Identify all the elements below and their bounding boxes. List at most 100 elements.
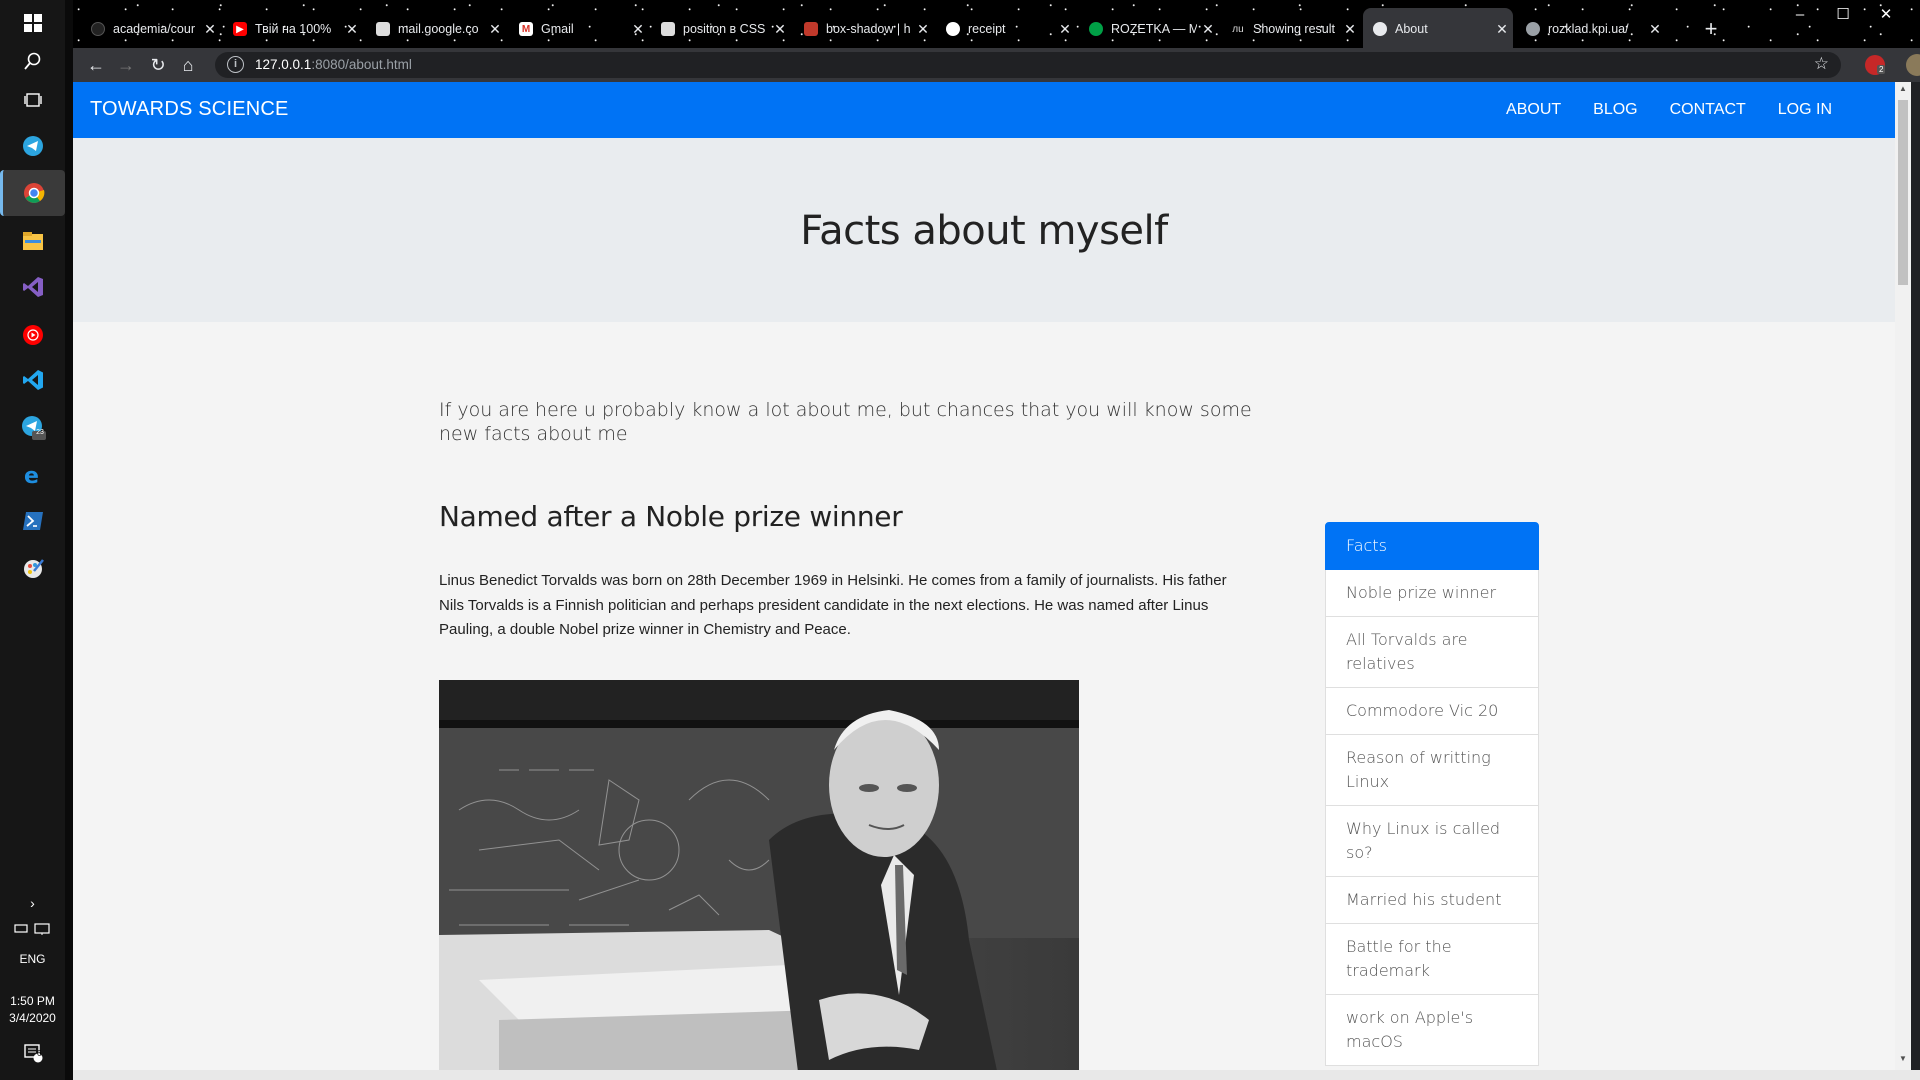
tab-title: rozklad.kpi.ua/ (1548, 22, 1629, 36)
home-icon[interactable]: ⌂ (175, 52, 201, 78)
site-navbar: TOWARDS SCIENCE ABOUT BLOG CONTACT LOG I… (73, 82, 1895, 138)
tab-6[interactable]: receipt ✕ (936, 10, 1076, 48)
receipt-icon (946, 22, 960, 36)
tab-8[interactable]: лu Showing result ✕ (1221, 10, 1361, 48)
sidebar-item-apple-macos[interactable]: work on Apple's macOS (1325, 995, 1539, 1066)
close-icon[interactable]: ✕ (1644, 21, 1666, 38)
sidebar-item-reason-linux[interactable]: Reason of writting Linux (1325, 735, 1539, 806)
tab-2[interactable]: mail.google.co ✕ (366, 10, 506, 48)
sidebar-item-torvalds-relatives[interactable]: All Torvalds are relatives (1325, 617, 1539, 688)
address-bar[interactable]: i 127.0.0.1:8080/about.html ☆ (215, 52, 1841, 78)
tab-4[interactable]: position в CSS ✕ (651, 10, 791, 48)
tab-title: mail.google.co (398, 22, 479, 36)
nav-contact-link[interactable]: CONTACT (1654, 82, 1762, 138)
tab-title: About (1395, 22, 1428, 36)
page-scrollbar[interactable]: ▲ ▼ (1895, 82, 1911, 1070)
close-icon[interactable]: ✕ (1339, 21, 1361, 38)
tab-7[interactable]: ROZETKA — M ✕ (1079, 10, 1219, 48)
sidebar-item-why-linux[interactable]: Why Linux is called so? (1325, 806, 1539, 877)
site-brand[interactable]: TOWARDS SCIENCE (90, 98, 289, 121)
browser-toolbar: ← → ↻ ⌂ i 127.0.0.1:8080/about.html ☆ 2 (73, 48, 1920, 82)
windows-start-icon[interactable] (18, 8, 48, 38)
vscode-icon[interactable] (18, 365, 48, 395)
nav-blog-link[interactable]: BLOG (1577, 82, 1653, 138)
telegram-badge: 23 (36, 429, 44, 436)
new-tab-plus-icon[interactable]: + (1698, 16, 1724, 42)
rozetka-icon (1089, 22, 1103, 36)
page-title: Facts about myself (800, 208, 1168, 254)
profile-avatar-icon[interactable] (1906, 54, 1920, 76)
action-center-icon[interactable]: 6 (0, 1043, 65, 1066)
sidebar-item-noble-prize[interactable]: Noble prize winner (1325, 570, 1539, 617)
adblock-extension-icon[interactable]: 2 (1865, 55, 1886, 75)
system-tray-icons[interactable] (0, 922, 65, 939)
reload-icon[interactable]: ↻ (145, 52, 171, 78)
forward-arrow-icon[interactable]: → (113, 52, 139, 78)
close-icon[interactable]: ✕ (769, 21, 791, 38)
close-icon[interactable]: ✕ (199, 21, 221, 38)
nav-links: ABOUT BLOG CONTACT LOG IN (1490, 82, 1895, 138)
globe-icon (1526, 22, 1540, 36)
youtube-icon: ▶ (233, 22, 247, 36)
url-host: 127.0.0.1 (255, 57, 312, 72)
sidebar-item-trademark[interactable]: Battle for the trademark (1325, 924, 1539, 995)
tab-1[interactable]: ▶ Твій на 100% ✕ (223, 10, 363, 48)
clock-time[interactable]: 1:50 PM (0, 994, 65, 1008)
window-close-icon[interactable]: ✕ (1866, 2, 1906, 28)
close-icon[interactable]: ✕ (1197, 21, 1219, 38)
tab-title: receipt (968, 22, 1006, 36)
globe-icon (1373, 22, 1387, 36)
youtube-music-icon[interactable] (18, 320, 48, 350)
minimize-icon[interactable]: – (1780, 2, 1820, 28)
maximize-icon[interactable]: ☐ (1823, 2, 1863, 28)
close-icon[interactable]: ✕ (1054, 21, 1076, 38)
htmlbook-icon (804, 22, 818, 36)
window-bottom-edge (73, 1070, 1920, 1080)
tab-5[interactable]: box-shadow | h ✕ (794, 10, 934, 48)
task-view-icon[interactable] (18, 85, 48, 115)
powershell-icon[interactable] (18, 506, 48, 536)
site-info-icon[interactable]: i (227, 56, 244, 73)
doc-icon (661, 22, 675, 36)
file-explorer-icon[interactable] (18, 226, 48, 256)
edge-icon[interactable]: e (18, 460, 48, 490)
visual-studio-icon[interactable] (18, 272, 48, 302)
close-icon[interactable]: ✕ (484, 21, 506, 38)
scroll-up-arrow-icon[interactable]: ▲ (1895, 84, 1911, 98)
paint-icon[interactable] (18, 553, 48, 583)
tab-title: ROZETKA — M (1111, 22, 1197, 36)
close-icon[interactable]: ✕ (627, 21, 649, 38)
chrome-icon[interactable] (0, 170, 65, 216)
mail-icon (376, 22, 390, 36)
language-indicator[interactable]: ENG (0, 952, 65, 966)
url-text[interactable]: 127.0.0.1:8080/about.html (255, 57, 412, 72)
search-icon[interactable] (18, 46, 48, 76)
clock-date[interactable]: 3/4/2020 (0, 1011, 65, 1025)
bookmark-star-icon[interactable]: ☆ (1814, 54, 1829, 74)
sidebar-item-married-student[interactable]: Married his student (1325, 877, 1539, 924)
tab-title: Showing result (1253, 22, 1335, 36)
back-arrow-icon[interactable]: ← (83, 52, 109, 78)
close-icon[interactable]: ✕ (912, 21, 934, 38)
telegram-desktop-icon[interactable]: 23 (18, 412, 48, 442)
scroll-down-arrow-icon[interactable]: ▼ (1895, 1054, 1911, 1068)
scrollbar-thumb[interactable] (1898, 100, 1908, 285)
section-heading: Named after a Noble prize winner (439, 500, 903, 533)
nav-login-link[interactable]: LOG IN (1762, 82, 1848, 138)
sidebar-item-commodore[interactable]: Commodore Vic 20 (1325, 688, 1539, 735)
page-viewport: TOWARDS SCIENCE ABOUT BLOG CONTACT LOG I… (73, 82, 1895, 1070)
tab-10[interactable]: rozklad.kpi.ua/ ✕ (1516, 10, 1666, 48)
telegram-icon[interactable] (18, 131, 48, 161)
close-icon[interactable]: ✕ (341, 21, 363, 38)
nav-about-link[interactable]: ABOUT (1490, 82, 1577, 138)
sidebar-item-facts[interactable]: Facts (1325, 522, 1539, 570)
close-icon[interactable]: ✕ (1491, 21, 1513, 38)
tab-9-active[interactable]: About ✕ (1363, 8, 1513, 50)
tab-3[interactable]: M Gmail ✕ (509, 10, 649, 48)
tab-title: position в CSS (683, 22, 766, 36)
lead-text: If you are here u probably know a lot ab… (439, 399, 1252, 445)
show-hidden-icons-chevron-icon[interactable]: › (0, 895, 65, 911)
tab-title: Gmail (541, 22, 574, 36)
svg-text:e: e (24, 464, 39, 486)
tab-0[interactable]: academia/cour ✕ (81, 10, 221, 48)
